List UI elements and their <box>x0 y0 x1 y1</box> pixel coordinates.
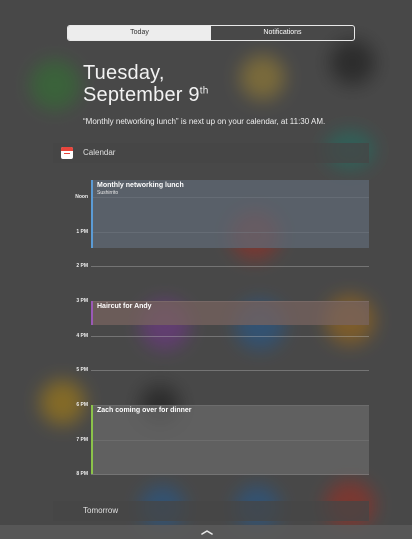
event-networking-lunch[interactable]: Monthly networking lunch Sushirrito <box>91 180 369 248</box>
hour-label: 6 PM <box>76 402 88 408</box>
event-location: Sushirrito <box>97 190 119 196</box>
tab-notifications[interactable]: Notifications <box>211 26 354 40</box>
hour-gridline <box>91 474 369 475</box>
view-switcher: Today Notifications <box>67 25 355 41</box>
hour-gridline <box>91 266 369 267</box>
calendar-icon <box>61 147 73 159</box>
calendar-section-header[interactable]: Calendar <box>53 143 369 163</box>
summary-text: “Monthly networking lunch” is next up on… <box>83 117 326 126</box>
event-title: Haircut for Andy <box>97 303 152 310</box>
notification-center: Today Notifications Tuesday, September 9… <box>0 0 412 539</box>
hour-label: 5 PM <box>76 367 88 373</box>
tab-today[interactable]: Today <box>68 26 211 40</box>
tomorrow-section-header[interactable]: Tomorrow <box>53 501 369 521</box>
date-month-day: September 9th <box>83 84 208 107</box>
tomorrow-section-title: Tomorrow <box>83 506 119 515</box>
date-ordinal-suffix: th <box>199 85 209 97</box>
hour-label: 4 PM <box>76 333 88 339</box>
date-month-day-text: September 9 <box>83 84 200 106</box>
hour-label: 2 PM <box>76 263 88 269</box>
calendar-section-title: Calendar <box>83 148 116 157</box>
hour-label: 8 PM <box>76 471 88 477</box>
hour-label: 1 PM <box>76 229 88 235</box>
event-title: Monthly networking lunch <box>97 182 184 189</box>
hour-gridline <box>91 370 369 371</box>
event-dinner[interactable]: Zach coming over for dinner <box>91 405 369 474</box>
chevron-up-icon[interactable] <box>201 530 213 535</box>
hour-label: 3 PM <box>76 298 88 304</box>
event-title: Zach coming over for dinner <box>97 407 192 414</box>
hour-gridline <box>91 336 369 337</box>
hour-label: Noon <box>75 194 88 200</box>
hour-label: 7 PM <box>76 437 88 443</box>
date-weekday: Tuesday, <box>83 62 165 84</box>
event-haircut[interactable]: Haircut for Andy <box>91 301 369 325</box>
